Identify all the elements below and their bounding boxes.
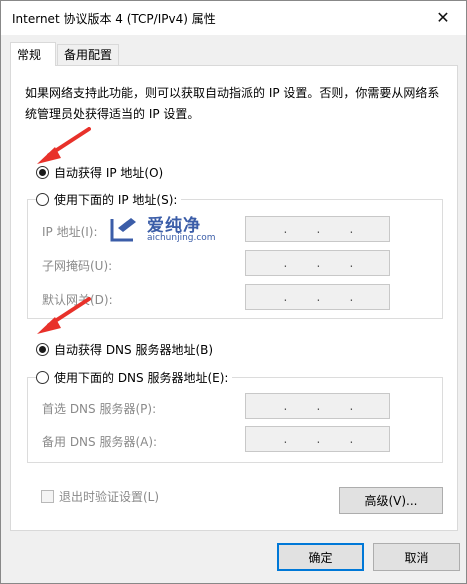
radio-manual-dns-indicator[interactable]: [36, 371, 49, 384]
radio-manual-ip-indicator[interactable]: [36, 193, 49, 206]
preferred-dns-input[interactable]: ...: [245, 393, 390, 419]
validate-on-exit-checkbox[interactable]: 退出时验证设置(L): [41, 488, 159, 505]
tcpip-properties-dialog: Internet 协议版本 4 (TCP/IPv4) 属性 ✕ 常规 备用配置 …: [0, 0, 467, 584]
preferred-dns-label: 首选 DNS 服务器(P):: [42, 402, 157, 416]
radio-manual-dns[interactable]: 使用下面的 DNS 服务器地址(E):: [36, 369, 233, 386]
radio-auto-dns-label: 自动获得 DNS 服务器地址(B): [54, 343, 214, 357]
close-button[interactable]: ✕: [420, 1, 466, 33]
arrow-to-auto-dns: [37, 297, 91, 334]
radio-auto-dns-indicator[interactable]: [36, 343, 49, 356]
tab-general[interactable]: 常规: [10, 42, 56, 66]
radio-auto-dns[interactable]: 自动获得 DNS 服务器地址(B): [36, 341, 213, 358]
subnet-mask-label: 子网掩码(U):: [42, 259, 113, 273]
alternate-dns-input[interactable]: ...: [245, 426, 390, 452]
radio-manual-ip[interactable]: 使用下面的 IP 地址(S):: [36, 191, 182, 208]
default-gateway-input[interactable]: ...: [245, 284, 390, 310]
watermark-domain: aichunjing.com: [147, 233, 216, 243]
alternate-dns-label: 备用 DNS 服务器(A):: [42, 435, 158, 449]
watermark-logo: 爱纯净 aichunjing.com: [109, 211, 219, 245]
ok-button[interactable]: 确定: [277, 543, 364, 571]
radio-manual-dns-label: 使用下面的 DNS 服务器地址(E):: [54, 371, 229, 385]
watermark-icon: [110, 218, 136, 242]
tab-alternate-config[interactable]: 备用配置: [57, 44, 119, 66]
cancel-button[interactable]: 取消: [373, 543, 460, 571]
ip-address-label: IP 地址(I):: [42, 225, 98, 239]
window-title: Internet 协议版本 4 (TCP/IPv4) 属性: [12, 12, 216, 26]
close-icon: ✕: [436, 7, 450, 27]
subnet-mask-input[interactable]: ...: [245, 250, 390, 276]
arrow-to-auto-ip: [37, 127, 91, 164]
validate-checkbox-label: 退出时验证设置(L): [59, 490, 160, 504]
validate-checkbox-box[interactable]: [41, 490, 54, 503]
ip-address-input[interactable]: ...: [245, 216, 390, 242]
description-text: 如果网络支持此功能，则可以获取自动指派的 IP 设置。否则，你需要从网络系统管理…: [25, 86, 440, 121]
radio-auto-ip-indicator[interactable]: [36, 166, 49, 179]
radio-manual-ip-label: 使用下面的 IP 地址(S):: [54, 193, 178, 207]
title-bar: Internet 协议版本 4 (TCP/IPv4) 属性 ✕: [1, 1, 466, 35]
advanced-button[interactable]: 高级(V)...: [339, 487, 443, 514]
